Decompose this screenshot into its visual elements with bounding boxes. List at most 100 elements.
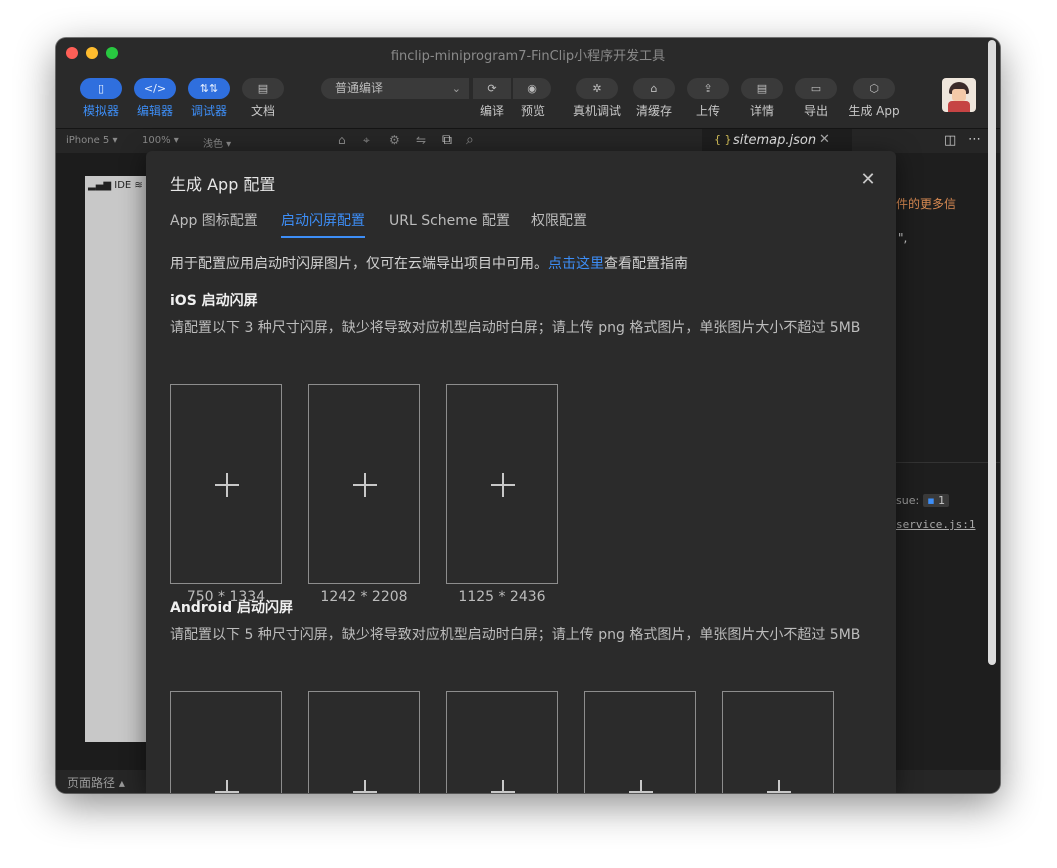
export-label: 导出 — [803, 104, 828, 118]
android-section-title: Android 启动闪屏 — [170, 600, 294, 616]
refresh-icon: ⟳ — [487, 82, 497, 95]
issue-count: 1 — [938, 494, 946, 507]
simulator-screen[interactable] — [85, 176, 147, 742]
zoom-select[interactable]: 100% ▾ — [142, 135, 179, 146]
ios-section-title: iOS 启动闪屏 — [170, 293, 258, 309]
theme-select[interactable]: 浅色 ▾ — [203, 135, 231, 150]
simulator-label: 模拟器 — [82, 104, 119, 118]
details-label: 详情 — [749, 104, 774, 118]
file-tab-label: sitemap.json — [733, 133, 817, 148]
rotate-icon[interactable]: ⇋ — [416, 133, 426, 147]
preview-button[interactable]: ◉ — [513, 78, 551, 99]
app-window: finclip-miniprogram7-FinClip小程序开发工具 ▯ 模拟… — [56, 38, 1000, 793]
page-path-toggle[interactable]: 页面路径 ▴ — [67, 774, 125, 791]
plus-icon — [215, 780, 239, 793]
toolbar: ▯ 模拟器 </> 编辑器 ⇅⇅ 调试器 ▤ 文档 普通编译 ⌄ ⟳ ◉ 编译 … — [56, 68, 1000, 129]
upload-button[interactable]: ⇪ 上传 — [678, 78, 738, 119]
android-splash-upload[interactable] — [446, 691, 558, 793]
docs-button[interactable]: ▤ 文档 — [233, 78, 293, 119]
android-splash-upload[interactable] — [722, 691, 834, 793]
issue-indicator[interactable]: sue: ▪ 1 — [896, 494, 950, 507]
document-icon: ▤ — [741, 78, 783, 99]
close-icon[interactable]: ✕ — [860, 169, 876, 190]
tab-splash-screen[interactable]: 启动闪屏配置 — [281, 210, 365, 230]
editor-button[interactable]: </> 编辑器 — [125, 78, 185, 119]
compile-label: 编译 — [479, 104, 504, 118]
tab-app-icon[interactable]: App 图标配置 — [170, 210, 258, 230]
compile-button[interactable]: ⟳ — [473, 78, 511, 99]
eye-icon: ◉ — [527, 82, 537, 95]
editor-code-line: ", — [898, 231, 908, 245]
search-icon[interactable]: ⌕ — [466, 132, 474, 148]
editor-code-line: 件的更多信 — [896, 197, 957, 211]
dialog-title: 生成 App 配置 — [170, 175, 276, 194]
title-bar: finclip-miniprogram7-FinClip小程序开发工具 — [56, 38, 1000, 68]
debugger-button[interactable]: ⇅⇅ 调试器 — [179, 78, 239, 119]
scrollbar[interactable] — [988, 40, 996, 665]
clear-cache-button[interactable]: ⌂ 清缓存 — [624, 78, 684, 119]
divider — [896, 462, 1000, 463]
simulator-status-bar: ▂▄▆ IDE ≋ — [88, 180, 143, 191]
plus-icon — [215, 473, 239, 497]
plus-icon — [491, 473, 515, 497]
phone-icon: ▯ — [80, 78, 122, 99]
ios-splash-upload[interactable] — [446, 384, 558, 584]
config-guide-link[interactable]: 点击这里 — [548, 256, 604, 272]
simulator-button[interactable]: ▯ 模拟器 — [71, 78, 131, 119]
issue-badge: ▪ 1 — [923, 494, 950, 507]
plus-icon — [629, 780, 653, 793]
more-icon[interactable]: ⋯ — [968, 132, 981, 147]
service-js-link[interactable]: service.js:1 — [896, 518, 975, 531]
tab-permissions[interactable]: 权限配置 — [531, 210, 587, 230]
wifi-icon: ≋ — [131, 180, 143, 191]
details-button[interactable]: ▤ 详情 — [732, 78, 792, 119]
device-select[interactable]: iPhone 5 ▾ — [66, 135, 118, 146]
avatar[interactable] — [942, 78, 976, 112]
preview-label: 预览 — [520, 104, 545, 118]
folder-icon: ▭ — [795, 78, 837, 99]
android-splash-upload[interactable] — [308, 691, 420, 793]
compile-mode-value: 普通编译 — [335, 81, 384, 95]
ios-size-label: 1125 * 2436 — [458, 589, 546, 605]
android-splash-upload[interactable] — [170, 691, 282, 793]
file-tab-sitemap[interactable]: { } sitemap.json ✕ — [702, 129, 852, 153]
real-debug-label: 真机调试 — [572, 104, 621, 118]
sliders-icon: ⇅⇅ — [188, 78, 230, 99]
network-icon[interactable]: ⚙ — [389, 133, 400, 147]
generate-app-button[interactable]: ⬡ 生成 App — [844, 78, 904, 119]
message-icon: ▪ — [927, 494, 939, 507]
location-icon[interactable]: ⌖ — [363, 133, 370, 148]
bug-icon: ✲ — [576, 78, 618, 99]
desc-text-suffix: 查看配置指南 — [604, 256, 688, 272]
upload-label: 上传 — [695, 104, 720, 118]
storage-icon: ⌂ — [633, 78, 675, 99]
export-button[interactable]: ▭ 导出 — [786, 78, 846, 119]
json-file-icon: { } — [714, 133, 732, 146]
window-title: finclip-miniprogram7-FinClip小程序开发工具 — [390, 49, 666, 64]
chevron-down-icon: ⌄ — [451, 82, 461, 95]
dialog-description: 用于配置应用启动时闪屏图片，仅可在云端导出项目中可用。点击这里查看配置指南 — [170, 253, 688, 273]
home-icon[interactable]: ⌂ — [338, 133, 346, 147]
generate-app-config-dialog: 生成 App 配置 ✕ App 图标配置 启动闪屏配置 URL Scheme 配… — [146, 151, 896, 793]
document-icon: ▤ — [242, 78, 284, 99]
split-view-icon[interactable]: ◫ — [944, 133, 956, 148]
plus-icon — [353, 780, 377, 793]
copy-icon[interactable]: ⧉ — [442, 132, 452, 148]
cube-icon: ⬡ — [853, 78, 895, 99]
ios-section-hint: 请配置以下 3 种尺寸闪屏，缺少将导致对应机型启动时白屏；请上传 png 格式图… — [170, 320, 861, 336]
generate-app-label: 生成 App — [848, 104, 900, 118]
signal-icon: ▂▄▆ — [88, 180, 115, 191]
simulator-status-text: IDE — [114, 180, 132, 191]
editor-label: 编辑器 — [136, 104, 173, 118]
plus-icon — [767, 780, 791, 793]
android-splash-upload[interactable] — [584, 691, 696, 793]
close-tab-icon[interactable]: ✕ — [819, 132, 830, 147]
tab-url-scheme[interactable]: URL Scheme 配置 — [389, 210, 510, 230]
clear-cache-label: 清缓存 — [635, 104, 672, 118]
issue-label: sue: — [896, 494, 920, 507]
upload-icon: ⇪ — [687, 78, 729, 99]
real-device-debug-button[interactable]: ✲ 真机调试 — [567, 78, 627, 119]
ios-splash-upload[interactable] — [170, 384, 282, 584]
ios-splash-upload[interactable] — [308, 384, 420, 584]
compile-mode-select[interactable]: 普通编译 ⌄ — [321, 78, 469, 99]
